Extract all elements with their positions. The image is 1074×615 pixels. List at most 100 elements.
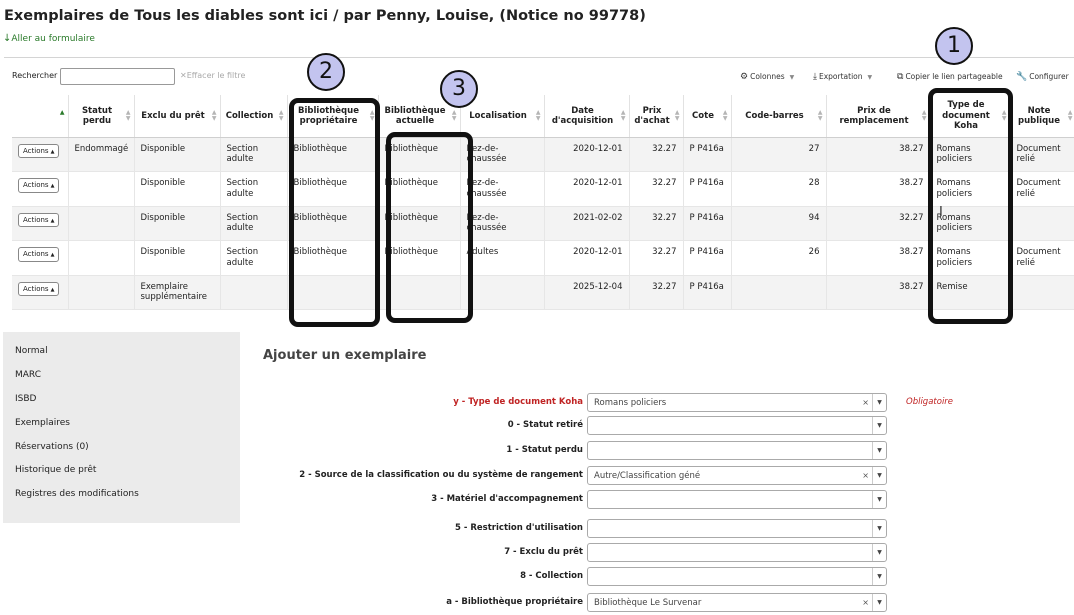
actions-button[interactable]: Actions ▲ [18, 247, 60, 262]
field-label: a - Bibliothèque propriétaire [446, 597, 583, 607]
materials-select[interactable]: ▼ [587, 490, 887, 509]
caret-down-icon: ▲ [50, 183, 55, 189]
cell-notforloan: Exemplaire supplémentaire [134, 275, 221, 310]
cell-date: 2020-12-01 [544, 137, 630, 172]
cell-notforloan: Disponible [134, 171, 221, 207]
cell-price: 32.27 [629, 171, 684, 207]
side-menu-item-normal[interactable]: Normal [15, 346, 240, 370]
cell-price: 32.27 [629, 206, 684, 241]
table-row: Actions ▲ Endommagé Disponible Section ad… [12, 137, 1074, 172]
chevron-down-icon: ▼ [872, 467, 886, 484]
cell-note: Document relié [1010, 240, 1074, 276]
sort-icon: ▲ ▼ [278, 108, 284, 122]
cell-price: 32.27 [629, 275, 684, 310]
actions-cell: Actions ▲ [12, 137, 69, 172]
sort-icon: ▲ ▼ [817, 108, 823, 122]
export-button[interactable]: ⤓ Exportation ▼ [813, 72, 872, 82]
sort-icon: ▲ ▼ [1067, 108, 1073, 122]
homebranch-select[interactable]: Bibliothèque Le Survenar × ▼ [587, 593, 887, 612]
chevron-down-icon: ▼ [872, 594, 886, 611]
sort-icon: ▲ ▼ [722, 108, 728, 122]
select-value: Autre/Classification géné [594, 471, 701, 481]
configure-button[interactable]: 🔧 Configurer [1016, 72, 1069, 82]
column-header-price[interactable]: Prix d'achat ▲ ▼ [629, 95, 684, 138]
field-label: 0 - Statut retiré [507, 420, 583, 430]
sort-icon: ▲ ▼ [921, 108, 927, 122]
field-label: 8 - Collection [520, 571, 583, 581]
field-label: 5 - Restriction d'utilisation [455, 523, 583, 533]
cell-note: Document relié [1010, 137, 1074, 172]
side-menu-item-items[interactable]: Exemplaires [15, 418, 240, 442]
cell-note [1010, 275, 1074, 310]
cell-replacement: 38.27 [826, 137, 931, 172]
column-header-actions[interactable]: ▲ [12, 95, 69, 138]
column-header-lost[interactable]: Statut perdu ▲ ▼ [68, 95, 135, 138]
columns-button[interactable]: ⚙ Colonnes ▼ [740, 72, 794, 82]
chevron-down-icon: ▼ [872, 491, 886, 508]
configure-label: Configurer [1029, 72, 1069, 81]
callout-number-3: 3 [440, 70, 478, 108]
clear-filter-label: Effacer le filtre [186, 71, 246, 80]
chevron-down-icon: ▼ [872, 544, 886, 561]
cell-replacement: 38.27 [826, 275, 931, 310]
clear-icon[interactable]: × [862, 598, 869, 607]
field-collection: 8 - Collection ▼ [255, 567, 955, 587]
field-materials: 3 - Matériel d'accompagnement ▼ [255, 490, 955, 510]
cell-collection [220, 275, 288, 310]
restricted-select[interactable]: ▼ [587, 519, 887, 538]
side-menu-item-holds[interactable]: Réservations (0) [15, 442, 240, 466]
column-header-dateaccessioned[interactable]: Date d'acquisition ▲ ▼ [544, 95, 630, 138]
cell-notforloan: Disponible [134, 137, 221, 172]
collection-select[interactable]: ▼ [587, 567, 887, 586]
copy-link-button[interactable]: ⧉ Copier le lien partageable [897, 72, 1003, 82]
cell-collection: Section adulte [220, 240, 288, 276]
clear-filter-button[interactable]: ✕Effacer le filtre [180, 71, 245, 80]
cell-price: 32.27 [629, 137, 684, 172]
search-input[interactable] [60, 68, 175, 85]
cell-replacement: 38.27 [826, 240, 931, 276]
cell-barcode: 94 [731, 206, 827, 241]
chevron-down-icon: ▼ [872, 442, 886, 459]
cell-callnumber: P P416a [683, 275, 732, 310]
clear-icon[interactable]: × [862, 398, 869, 407]
actions-button[interactable]: Actions ▲ [18, 178, 60, 193]
classification-source-select[interactable]: Autre/Classification géné × ▼ [587, 466, 887, 485]
cell-date: 2020-12-01 [544, 171, 630, 207]
actions-cell: Actions ▲ [12, 206, 69, 241]
actions-cell: Actions ▲ [12, 171, 69, 207]
actions-cell: Actions ▲ [12, 240, 69, 276]
clear-icon[interactable]: × [862, 471, 869, 480]
items-table: ▲ Statut perdu ▲ ▼ Exclu du prêt ▲ ▼ Collect… [12, 95, 1074, 310]
side-menu-item-isbd[interactable]: ISBD [15, 394, 240, 418]
side-menu-item-marc[interactable]: MARC [15, 370, 240, 394]
field-classification-source: 2 - Source de la classification ou du sy… [255, 466, 955, 486]
side-menu-item-checkout-history[interactable]: Historique de prêt [15, 465, 240, 489]
notforloan-select[interactable]: ▼ [587, 543, 887, 562]
column-header-barcode[interactable]: Code-barres ▲ ▼ [731, 95, 827, 138]
gear-icon: ⚙ [740, 72, 749, 82]
side-menu-item-modification-log[interactable]: Registres des modifications [15, 489, 240, 513]
cell-collection: Section adulte [220, 171, 288, 207]
cell-barcode: 26 [731, 240, 827, 276]
lost-select[interactable]: ▼ [587, 441, 887, 460]
caret-down-icon: ▼ [789, 74, 795, 81]
cell-callnumber: P P416a [683, 206, 732, 241]
search-label: Rechercher : [12, 71, 63, 80]
text-cursor-icon: I [939, 205, 943, 220]
goto-form-link[interactable]: ↓Aller au formulaire [3, 33, 95, 44]
itemtype-select[interactable]: Romans policiers × ▼ [587, 393, 887, 412]
column-header-replacementprice[interactable]: Prix de remplacement ▲ ▼ [826, 95, 931, 138]
column-header-notforloan[interactable]: Exclu du prêt ▲ ▼ [134, 95, 221, 138]
cell-date: 2020-12-01 [544, 240, 630, 276]
column-header-collection[interactable]: Collection ▲ ▼ [220, 95, 288, 138]
actions-button[interactable]: Actions ▲ [18, 143, 60, 159]
chevron-down-icon: ▼ [872, 568, 886, 585]
select-value: Romans policiers [594, 398, 667, 408]
sort-icon: ▲ ▼ [620, 108, 626, 122]
withdrawn-select[interactable]: ▼ [587, 416, 887, 435]
cell-collection: Section adulte [220, 206, 288, 241]
column-header-publicnote[interactable]: Note publique ▲ ▼ [1010, 95, 1074, 138]
actions-button[interactable]: Actions ▲ [18, 212, 60, 228]
column-header-callnumber[interactable]: Cote ▲ ▼ [683, 95, 732, 138]
actions-button[interactable]: Actions ▲ [18, 281, 60, 297]
